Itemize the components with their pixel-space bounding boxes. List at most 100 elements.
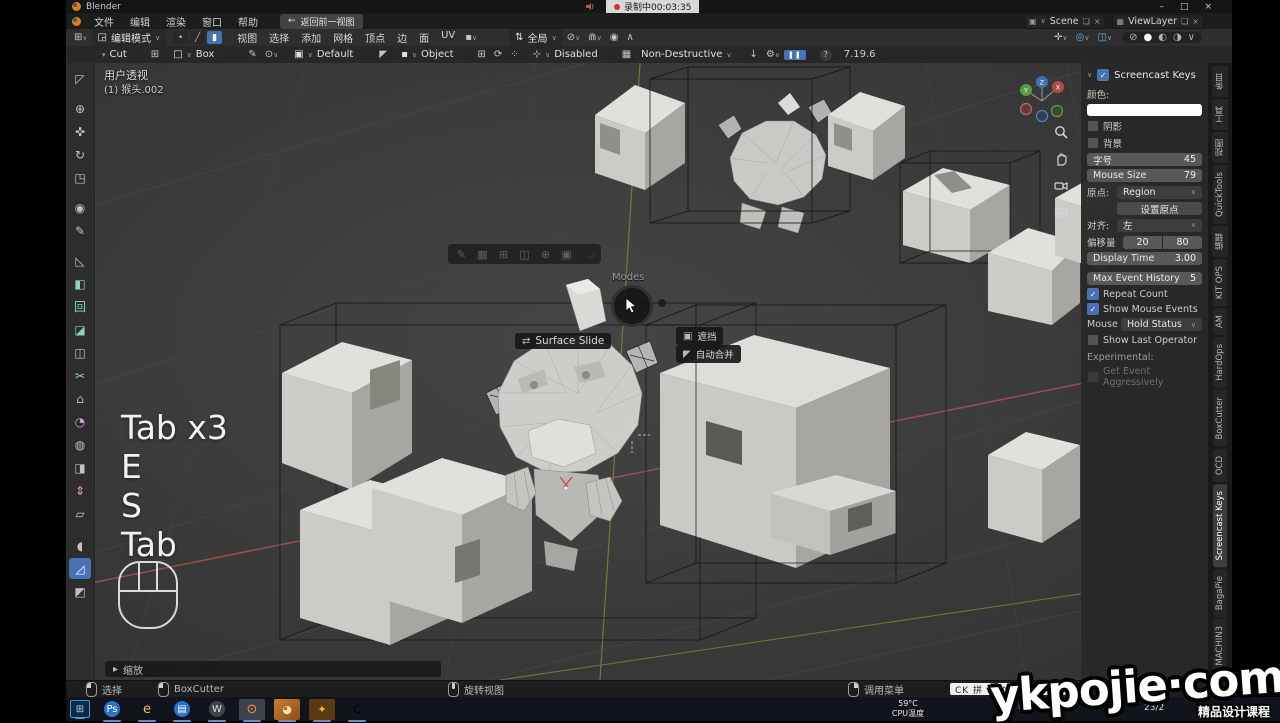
eyedropper-icon[interactable]: ⊕	[533, 245, 554, 263]
help-button[interactable]: ?	[820, 49, 832, 61]
cut-mode-dropdown[interactable]: ▾Cut	[96, 48, 133, 61]
boxcutter-active-tool[interactable]: ◩	[69, 581, 91, 602]
3d-viewport-canvas[interactable]	[66, 63, 1208, 680]
blender-menu-icon[interactable]	[72, 17, 81, 26]
proportional-edit-button[interactable]: ◉	[606, 32, 623, 43]
last-operator-panel[interactable]: ▸ 缩放	[105, 661, 441, 677]
c-launcher-icon[interactable]: C	[344, 699, 370, 720]
maximize-button[interactable]: □	[1180, 2, 1189, 12]
tab-quicktools[interactable]: QuickTools	[1213, 165, 1227, 224]
extra-faint-icon[interactable]: ⊿	[579, 245, 600, 263]
new-layer-icon[interactable]: ❏	[1181, 17, 1188, 26]
rendered-shading-button[interactable]: ◑	[1170, 32, 1185, 43]
show-mouse-events-checkbox[interactable]: ✓	[1087, 303, 1099, 315]
scene-selector[interactable]: ▣ ∨ Scene ❏ ×	[1024, 14, 1106, 29]
workflow-dropdown[interactable]: Non-Destructive∨	[635, 48, 737, 61]
pivot-point-button[interactable]: ⊘∨	[563, 32, 585, 43]
tab-screencast-keys[interactable]: Screencast Keys	[1213, 484, 1227, 567]
view-layer-selector[interactable]: ▦ ViewLayer ❏ ×	[1112, 14, 1204, 29]
settings-gear-icon[interactable]: ⚙∨	[762, 49, 784, 60]
shrink-fatten-tool[interactable]: ⇕	[69, 480, 91, 501]
bevel-tool[interactable]: ◪	[69, 319, 91, 340]
shear-tool[interactable]: ▱	[69, 503, 91, 524]
pointer-icon[interactable]: ◤	[375, 49, 391, 60]
vertex-select-mode-button[interactable]: •	[173, 31, 188, 44]
pan-hand-icon[interactable]	[1052, 150, 1070, 168]
get-event-checkbox[interactable]	[1087, 371, 1099, 383]
max-event-history-field[interactable]: Max Event History5	[1087, 272, 1202, 285]
tab-am[interactable]: AM	[1213, 308, 1227, 335]
tab-kitops[interactable]: KIT OPS	[1213, 259, 1227, 306]
loop-cut-tool[interactable]: ◫	[69, 342, 91, 363]
remove-layer-icon[interactable]: ×	[1192, 17, 1199, 26]
show-gizmo-button[interactable]: ✛∨	[1050, 32, 1072, 43]
workflow-icon[interactable]: ▦	[618, 49, 635, 60]
edge-browser-icon[interactable]: e	[134, 699, 160, 720]
repeat-count-checkbox[interactable]: ✓	[1087, 288, 1099, 300]
tab-bagapie[interactable]: BagaPie	[1213, 569, 1227, 617]
draw-pen-icon[interactable]: ✎	[244, 49, 260, 60]
tab-hardops[interactable]: HardOps	[1213, 337, 1227, 388]
color-swatch[interactable]	[1087, 104, 1202, 116]
close-button[interactable]: ×	[1204, 2, 1212, 12]
overlay-icon[interactable]: ◫	[512, 245, 533, 263]
tab-boxcutter[interactable]: BoxCutter	[1213, 390, 1227, 447]
blender-app-icon[interactable]: ◕	[274, 699, 300, 720]
ortho-grid-icon[interactable]	[1052, 204, 1070, 222]
camera-frame-icon[interactable]: ▣	[554, 245, 575, 263]
mouse-size-slider[interactable]: Mouse Size79	[1087, 169, 1202, 182]
collapse-chevron-icon[interactable]: ∨	[1087, 71, 1092, 79]
annotate-tool[interactable]: ✎	[69, 220, 91, 241]
move-tool[interactable]: ✜	[69, 121, 91, 142]
edge-select-mode-button[interactable]: ╱	[190, 31, 205, 44]
live-dropdown[interactable]: ⊹∨Disabled	[527, 48, 604, 61]
editor-type-button[interactable]: ⊞∨	[70, 32, 92, 43]
mode-dropdown[interactable]: ▪∨Object	[395, 48, 459, 61]
behavior-dropdown[interactable]: ▣∨Default	[288, 48, 359, 61]
transform-tool[interactable]: ◉	[69, 197, 91, 218]
solid-shading-button[interactable]: ●	[1140, 32, 1155, 43]
3d-viewport[interactable]: ◸⊕✜↻◳◉✎◺◧回◪◫✂⌂◔◍◨⇕▱◖◿◩ 用户透视 (1) 猴头.002 ✎…	[66, 63, 1232, 680]
falloff-dropdown[interactable]: ∧	[622, 32, 637, 43]
wireframe-shading-button[interactable]: ⊘	[1126, 32, 1140, 43]
show-last-operator-checkbox[interactable]	[1087, 334, 1099, 346]
tab-view[interactable]: 视图	[1212, 132, 1228, 163]
rotate-tool[interactable]: ↻	[69, 144, 91, 165]
tweak-select-tool[interactable]: ◸	[69, 68, 91, 89]
back-to-previous-view-button[interactable]: ← 返回前一视图	[280, 14, 363, 29]
array-dots-icon[interactable]: ⁘	[506, 49, 522, 60]
tab-tool[interactable]: 工具	[1212, 99, 1228, 130]
knife-tool[interactable]: ✂	[69, 365, 91, 386]
file-explorer-icon[interactable]: ▤	[169, 699, 195, 720]
photoshop-icon[interactable]: Ps	[99, 699, 125, 720]
measure-tool[interactable]: ◺	[69, 250, 91, 271]
snap-grid-icon[interactable]: ▦	[470, 245, 491, 263]
origin-dot-icon[interactable]: ⊙∨	[261, 49, 283, 60]
face-select-mode-button[interactable]: ▮	[207, 31, 222, 44]
display-time-slider[interactable]: Display Time3.00	[1087, 252, 1202, 265]
origin-dropdown[interactable]: Region∨	[1117, 186, 1202, 199]
snap-increment-icon[interactable]: ⊞	[491, 245, 512, 263]
spin-tool[interactable]: ◔	[69, 411, 91, 432]
offset-fields[interactable]: 2080	[1123, 236, 1202, 249]
sync-icon[interactable]: ⟳	[490, 49, 506, 60]
apply-download-icon[interactable]: ↓	[746, 49, 762, 60]
cursor-3d-tool[interactable]: ⊕	[69, 98, 91, 119]
annotate-icon[interactable]: ✎	[449, 245, 470, 263]
camera-view-icon[interactable]	[1052, 177, 1070, 195]
new-scene-icon[interactable]: ❏	[1083, 17, 1090, 26]
shadow-checkbox[interactable]	[1087, 120, 1099, 132]
unlink-scene-icon[interactable]: ×	[1094, 17, 1101, 26]
tab-edit[interactable]: 编辑	[1212, 226, 1228, 257]
align-dropdown[interactable]: 左∨	[1117, 219, 1202, 232]
font-size-slider[interactable]: 字号45	[1087, 153, 1202, 166]
mode-selector[interactable]: ◲ 编辑模式 ∨	[92, 29, 167, 46]
wallpaper-engine-icon[interactable]: W	[204, 699, 230, 720]
shape-dropdown[interactable]: □∨Box	[167, 48, 220, 61]
rip-region-tool[interactable]: ◖	[69, 535, 91, 556]
background-checkbox[interactable]	[1087, 137, 1099, 149]
extrude-region-tool[interactable]: ◧	[69, 273, 91, 294]
depth-icon[interactable]: ⊞	[147, 49, 163, 60]
tool-options-corner[interactable]: ◿	[69, 558, 91, 579]
windows-start-icon[interactable]: ⊞	[70, 700, 90, 718]
